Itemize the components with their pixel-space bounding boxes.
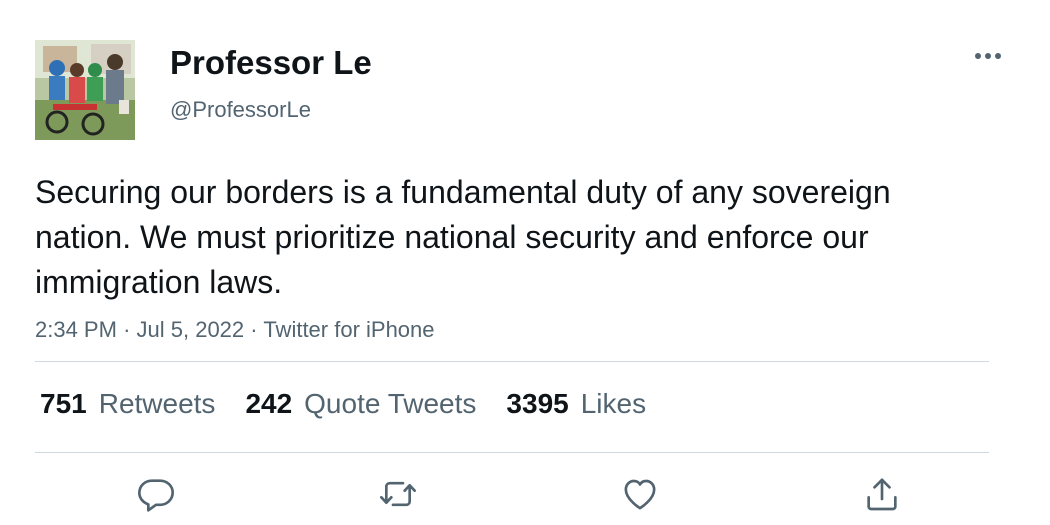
heart-icon: [624, 479, 656, 510]
likes-label: Likes: [580, 388, 647, 419]
more-horizontal-icon: [975, 53, 1001, 59]
retweet-button[interactable]: [376, 472, 420, 516]
share-button[interactable]: [860, 472, 904, 516]
tweet-actions: [0, 472, 1050, 516]
quote-tweets-stat[interactable]: 242 Quote Tweets: [245, 386, 476, 422]
retweets-count: 751: [40, 388, 87, 419]
retweet-icon: [380, 481, 416, 507]
retweets-stat[interactable]: 751 Retweets: [40, 386, 215, 422]
share-icon: [867, 478, 897, 511]
author-handle[interactable]: @ProfessorLe: [170, 96, 311, 124]
tweet-stats: 751 Retweets 242 Quote Tweets 3395 Likes: [40, 386, 646, 422]
likes-count: 3395: [506, 388, 569, 419]
tweet-date[interactable]: Jul 5, 2022: [137, 317, 245, 342]
quote-tweets-count: 242: [245, 388, 293, 419]
avatar[interactable]: [35, 40, 135, 140]
tweet-time[interactable]: 2:34 PM: [35, 317, 117, 342]
tweet-meta: 2:34 PM · Jul 5, 2022 · Twitter for iPho…: [35, 316, 435, 344]
author-display-name[interactable]: Professor Le: [170, 43, 372, 83]
meta-separator: ·: [250, 317, 258, 342]
tweet-text: Securing our borders is a fundamental du…: [35, 174, 891, 300]
retweets-label: Retweets: [98, 388, 216, 419]
more-options-button[interactable]: [968, 44, 1008, 68]
likes-stat[interactable]: 3395 Likes: [506, 386, 646, 422]
reply-icon: [138, 479, 175, 512]
like-button[interactable]: [618, 472, 662, 516]
divider: [35, 452, 989, 453]
reply-button[interactable]: [134, 472, 178, 516]
divider: [35, 361, 989, 362]
tweet-source[interactable]: Twitter for iPhone: [263, 317, 434, 342]
avatar-photo: [35, 40, 135, 140]
quote-tweets-label: Quote Tweets: [304, 388, 477, 419]
meta-separator: ·: [123, 317, 131, 342]
